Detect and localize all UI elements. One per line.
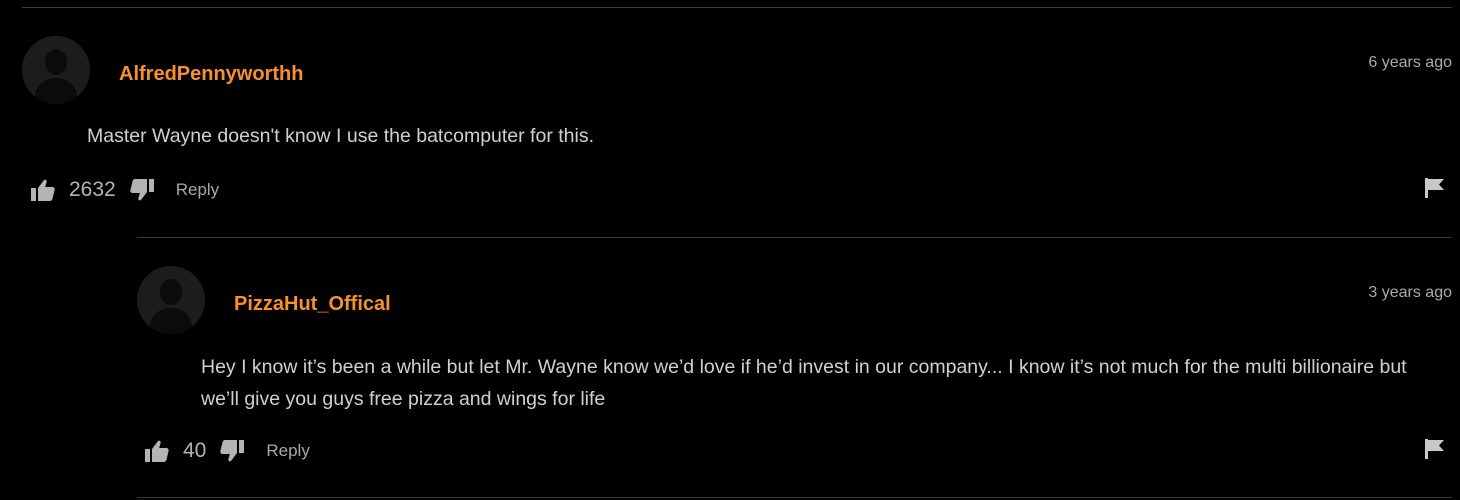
comment-text: Hey I know it’s been a while but let Mr.…	[201, 356, 1407, 410]
user-avatar[interactable]	[137, 266, 205, 334]
avatar-placeholder-icon	[22, 36, 90, 104]
comment-username[interactable]: PizzaHut_Offical	[234, 293, 391, 316]
comment-text: Master Wayne doesn't know I use the batc…	[87, 125, 594, 147]
top-divider	[22, 7, 1452, 8]
thumbs-down-icon[interactable]	[130, 179, 154, 201]
like-count: 2632	[69, 178, 116, 201]
reply-button[interactable]: Reply	[266, 441, 309, 461]
comment-actions: 2632 Reply	[31, 176, 219, 204]
flag-icon[interactable]	[1425, 439, 1445, 464]
user-avatar[interactable]	[22, 36, 90, 104]
thumbs-up-icon[interactable]	[31, 179, 55, 201]
avatar-placeholder-icon	[137, 266, 205, 334]
like-count: 40	[183, 439, 207, 462]
comment-timestamp: 6 years ago	[1368, 54, 1452, 71]
thumbs-up-icon[interactable]	[145, 440, 169, 462]
reply-divider	[137, 237, 1452, 238]
flag-icon[interactable]	[1425, 178, 1445, 203]
comment-username[interactable]: AlfredPennyworthh	[119, 63, 303, 86]
thumbs-down-icon[interactable]	[220, 440, 245, 462]
comment-timestamp: 3 years ago	[1368, 284, 1452, 301]
comment-actions: 40 Reply	[145, 437, 310, 465]
bottom-divider	[137, 497, 1452, 498]
reply-button[interactable]: Reply	[176, 180, 219, 200]
